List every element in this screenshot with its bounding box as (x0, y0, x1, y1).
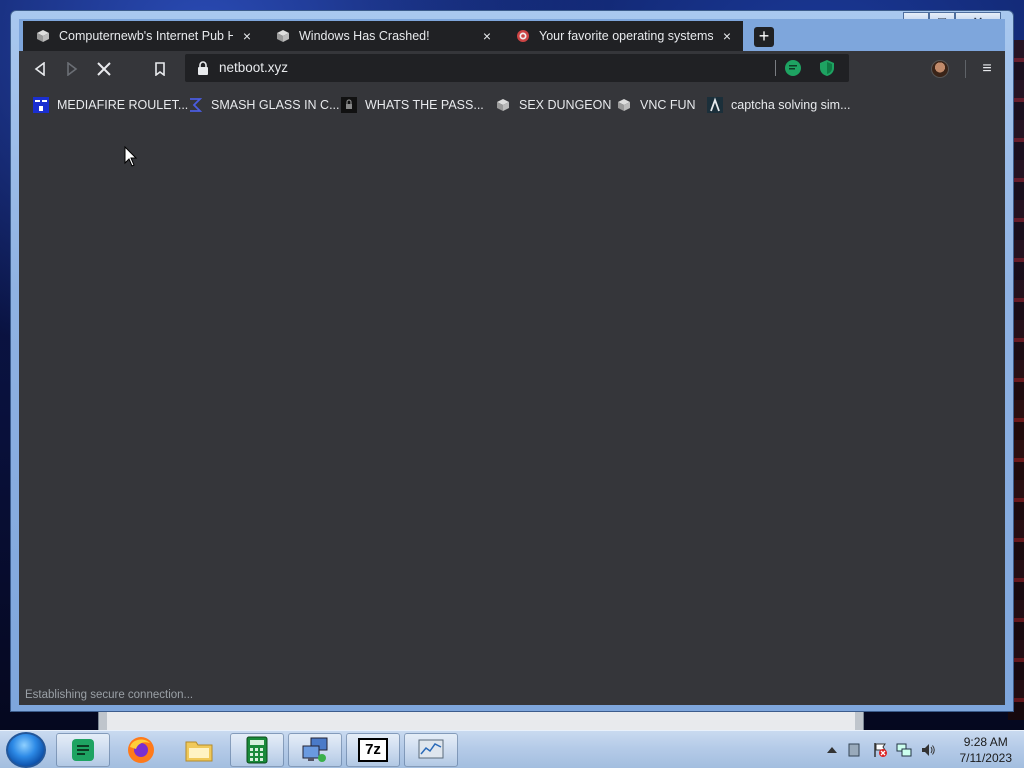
bookmark-smash-glass[interactable]: SMASH GLASS IN C... (187, 93, 340, 117)
menu-button[interactable]: ≡ (979, 59, 995, 79)
sheets-icon (72, 739, 94, 761)
address-bar[interactable]: netboot.xyz (185, 54, 849, 82)
taskbar-sheets[interactable] (56, 733, 110, 767)
shield-extension-icon (820, 60, 834, 76)
clock-date: 7/11/2023 (959, 751, 1013, 765)
bookmark-label: captcha solving sim... (731, 98, 851, 112)
lock-icon (198, 61, 208, 75)
bookmark-label: WHATS THE PASS... (365, 98, 484, 112)
mediafire-icon (33, 97, 49, 113)
mouse-cursor-icon (124, 146, 138, 167)
taskbar-7zip[interactable]: 7z (346, 733, 400, 767)
lambda-icon (707, 97, 723, 113)
task-manager-icon (418, 739, 444, 759)
close-tab-icon[interactable]: × (719, 28, 735, 44)
vm-cube-icon (35, 28, 51, 44)
vm-cube-icon (616, 97, 632, 113)
system-tray: 9:28 AM 7/11/2023 (824, 731, 1024, 768)
url-text: netboot.xyz (219, 60, 289, 75)
tab-windows-crashed[interactable]: Windows Has Crashed! × (263, 21, 503, 51)
bookmark-button[interactable] (149, 58, 171, 80)
vm-cube-icon (275, 28, 291, 44)
back-button[interactable] (29, 58, 51, 80)
speech-extension-icon (785, 60, 801, 76)
chrome-browser: Computernewb's Internet Pub Hub × Window… (19, 19, 1005, 705)
tab-favorite-os[interactable]: Your favorite operating systems in × (503, 21, 743, 51)
close-tab-icon[interactable]: × (239, 28, 255, 44)
tray-app-icon (848, 743, 860, 757)
taskbar-clock[interactable]: 9:28 AM 7/11/2023 (960, 734, 1013, 766)
file-explorer-icon (185, 741, 213, 762)
profile-avatar[interactable] (931, 60, 949, 78)
red-ring-icon (515, 28, 531, 44)
taskbar: 7z 9:28 AM 7/11/2023 (0, 730, 1024, 768)
forward-button[interactable] (61, 58, 83, 80)
stop-icon (97, 62, 111, 76)
stop-button[interactable] (93, 58, 115, 80)
taskbar-remote-desktop[interactable] (288, 733, 342, 767)
browser-window: ▁ □ ✕ Computernewb's Internet Pub Hub × … (10, 10, 1014, 712)
tab-title: Windows Has Crashed! (299, 29, 430, 43)
bookmark-label: SEX DUNGEON (519, 98, 612, 112)
back-icon (34, 62, 45, 76)
close-tab-icon[interactable]: × (479, 28, 495, 44)
toolbar-separator (965, 60, 966, 78)
taskbar-task-manager[interactable] (404, 733, 458, 767)
tab-title: Your favorite operating systems in (539, 29, 713, 43)
forward-icon (67, 62, 78, 76)
new-tab-button[interactable]: + (754, 27, 774, 47)
bookmark-whats-the-pass[interactable]: WHATS THE PASS... (341, 93, 484, 117)
show-hidden-icons-icon (827, 747, 837, 753)
taskbar-firefox[interactable] (114, 733, 168, 767)
remote-desktop-icon (302, 737, 328, 762)
bookmark-sex-dungeon[interactable]: SEX DUNGEON (495, 93, 611, 117)
7zip-icon: 7z (358, 738, 388, 762)
bookmark-label: VNC FUN (640, 98, 696, 112)
taskbar-file-explorer[interactable] (172, 733, 226, 767)
firefox-icon (128, 737, 154, 763)
vm-cube-icon (495, 97, 511, 113)
clock-time: 9:28 AM (963, 735, 1008, 749)
bookmark-vnc-fun[interactable]: VNC FUN (616, 93, 696, 117)
tab-title: Computernewb's Internet Pub Hub (59, 29, 233, 43)
bookmark-label: MEDIAFIRE ROULET... (57, 98, 189, 112)
status-bubble: Establishing secure connection... (19, 685, 200, 705)
sigma-icon (187, 97, 203, 113)
bookmark-icon (155, 62, 165, 76)
bookmark-mediafire[interactable]: MEDIAFIRE ROULET... (33, 93, 188, 117)
page-content[interactable]: Establishing secure connection... (19, 123, 1005, 705)
taskbar-calculator[interactable] (230, 733, 284, 767)
lock-box-icon (341, 97, 357, 113)
network-icon (896, 743, 912, 757)
calculator-icon (246, 736, 268, 764)
browser-toolbar: netboot.xyz ≡ (19, 51, 1005, 87)
bookmarks-bar: MEDIAFIRE ROULET... SMASH GLASS IN C... … (19, 91, 1005, 119)
tab-computernewb[interactable]: Computernewb's Internet Pub Hub × (23, 21, 263, 51)
bookmark-captcha[interactable]: captcha solving sim... (707, 93, 851, 117)
volume-icon (922, 744, 935, 756)
bookmark-label: SMASH GLASS IN C... (211, 98, 340, 112)
omnibox-divider (775, 60, 776, 76)
action-center-flag-icon (874, 743, 887, 757)
start-button[interactable] (6, 732, 46, 768)
